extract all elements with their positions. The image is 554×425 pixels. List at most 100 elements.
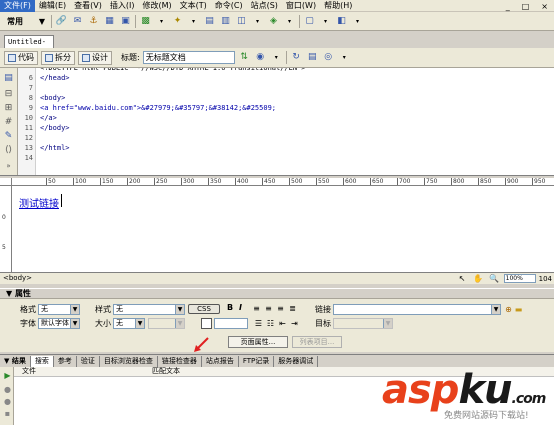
menu-item-4[interactable]: 修改(M)	[138, 0, 175, 12]
collapse-icon[interactable]: ⊟	[2, 88, 15, 101]
design-view-button[interactable]: 设计	[78, 50, 112, 65]
head-tags-icon[interactable]: ◫	[235, 15, 248, 28]
table-icon[interactable]: ▦	[103, 15, 116, 28]
comment-icon[interactable]: ▥	[219, 15, 232, 28]
menu-item-2[interactable]: 查看(V)	[70, 0, 106, 12]
insert-category-dropdown[interactable]: 常用 ▼	[4, 14, 48, 28]
zoom-tool-icon[interactable]: 🔍	[488, 272, 501, 285]
play-icon[interactable]: ▶	[1, 369, 14, 382]
aspku-watermark: aspku.com 免费网站源码下载站!	[378, 368, 554, 425]
image-icon[interactable]: ▩	[139, 15, 152, 28]
chevron-down-icon[interactable]: ▾	[155, 15, 168, 28]
results-tab-5[interactable]: 站点报告	[202, 355, 239, 367]
named-anchor-icon[interactable]: ⚓	[87, 15, 100, 28]
chevron-down-icon[interactable]: ▾	[270, 51, 283, 64]
test-link[interactable]: 测试链接	[19, 195, 59, 210]
open-documents-icon[interactable]: ▤	[2, 72, 15, 85]
wrap-tag-icon[interactable]: ⟨⟩	[2, 144, 15, 157]
menu-item-5[interactable]: 文本(T)	[176, 0, 211, 12]
results-tab-7[interactable]: 服务器调试	[274, 355, 319, 367]
text-color-input[interactable]	[214, 318, 248, 329]
menu-item-0[interactable]: 文件(F)	[0, 0, 35, 12]
more-icon[interactable]: »	[2, 160, 15, 173]
bold-button[interactable]: B	[227, 303, 233, 312]
template-icon[interactable]: ▢	[303, 15, 316, 28]
link-input[interactable]: ▼	[333, 304, 501, 315]
target-label: 目标	[315, 319, 331, 328]
size-select[interactable]: 无 ▼	[113, 318, 145, 329]
menu-item-9[interactable]: 帮助(H)	[320, 0, 356, 12]
hand-tool-icon[interactable]: ✋	[472, 272, 485, 285]
split-view-label: 拆分	[55, 53, 71, 62]
chevron-down-icon[interactable]: ▾	[187, 15, 200, 28]
line-numbers-icon[interactable]: #	[2, 116, 15, 129]
column-file[interactable]: 文件	[22, 367, 36, 376]
refresh-icon[interactable]: ↻	[290, 51, 303, 64]
email-link-icon[interactable]: ✉	[71, 15, 84, 28]
tag-chooser-icon[interactable]: ◧	[335, 15, 348, 28]
text-color-swatch[interactable]	[201, 318, 212, 329]
design-view[interactable]: 测试链接	[12, 186, 554, 272]
zoom-select[interactable]: 100%	[503, 274, 536, 283]
font-select[interactable]: 默认字体 ▼	[38, 318, 80, 329]
line-number: 11	[24, 124, 33, 132]
results-tab-3[interactable]: 目标浏览器检查	[100, 355, 158, 367]
file-management-icon[interactable]: ⇅	[238, 51, 251, 64]
browse-folder-icon[interactable]: ▬	[512, 303, 525, 316]
results-tab-1[interactable]: 参考	[54, 355, 77, 367]
expand-icon[interactable]: ⊞	[2, 102, 15, 115]
properties-panel-header[interactable]: ▼ 属性	[0, 288, 554, 299]
page-properties-button[interactable]: 页面属性...	[228, 336, 288, 348]
menu-item-1[interactable]: 编辑(E)	[35, 0, 70, 12]
vruler-tick: 5	[2, 244, 6, 251]
menu-item-8[interactable]: 窗口(W)	[282, 0, 320, 12]
menu-item-7[interactable]: 站点(S)	[247, 0, 282, 12]
script-icon[interactable]: ◈	[267, 15, 280, 28]
indent-icon[interactable]: ⇥	[288, 317, 301, 330]
results-tab-4[interactable]: 链接检查器	[158, 355, 202, 367]
split-view-button[interactable]: 拆分	[41, 50, 75, 65]
justify-icon[interactable]: ≣	[286, 302, 299, 315]
code-editor[interactable]: <!DOCTYPE html PUBLIC "-//W3C//DTD XHTML…	[36, 68, 554, 175]
chevron-down-icon[interactable]: ▾	[338, 51, 351, 64]
hyperlink-icon[interactable]: 🔗	[55, 15, 68, 28]
watermark-asp: asp	[382, 367, 459, 413]
results-tab-2[interactable]: 验证	[77, 355, 100, 367]
css-button[interactable]: CSS	[188, 304, 220, 314]
chevron-down-icon[interactable]: ▾	[351, 15, 364, 28]
style-select[interactable]: 无 ▼	[113, 304, 185, 315]
date-icon[interactable]: ▤	[203, 15, 216, 28]
ruler-tick: 650	[370, 178, 384, 185]
save-report-icon[interactable]: ▪	[1, 407, 14, 420]
menu-item-3[interactable]: 插入(I)	[106, 0, 139, 12]
results-tab-0[interactable]: 搜索	[30, 355, 54, 367]
window-size-readout[interactable]: 104	[539, 275, 552, 283]
layer-icon[interactable]: ▣	[119, 15, 132, 28]
media-icon[interactable]: ✦	[171, 15, 184, 28]
line-number: 14	[24, 154, 33, 162]
menu-item-6[interactable]: 命令(C)	[211, 0, 247, 12]
target-select[interactable]: ▼	[333, 318, 393, 329]
ruler-origin[interactable]	[0, 178, 12, 186]
highlight-icon[interactable]: ✎	[2, 130, 15, 143]
pointer-tool-icon[interactable]: ↖	[456, 272, 469, 285]
preview-browser-icon[interactable]: ◉	[254, 51, 267, 64]
tab-untitled-1[interactable]: Untitled-1*	[4, 35, 54, 58]
code-view-button[interactable]: 代码	[4, 50, 38, 65]
results-title[interactable]: ▼ 结果	[0, 355, 31, 367]
document-title-input[interactable]: 无标题文档	[142, 51, 235, 64]
italic-button[interactable]: I	[239, 303, 242, 312]
format-select[interactable]: 无 ▼	[38, 304, 80, 315]
chevron-down-icon[interactable]: ▾	[283, 15, 296, 28]
results-side-toolbar: ▶ ● ● ▪	[0, 367, 14, 425]
visual-aids-icon[interactable]: ◎	[322, 51, 335, 64]
ruler-tick: 700	[397, 178, 411, 185]
chevron-down-icon[interactable]: ▾	[319, 15, 332, 28]
results-tab-6[interactable]: FTP记录	[239, 355, 275, 367]
tag-selector-body[interactable]: <body>	[3, 274, 32, 282]
view-options-icon[interactable]: ▤	[306, 51, 319, 64]
watermark-tagline: 免费网站源码下载站!	[444, 411, 529, 421]
chevron-down-icon[interactable]: ▾	[251, 15, 264, 28]
column-matched-text[interactable]: 匹配文本	[152, 367, 180, 376]
ruler-tick: 400	[235, 178, 249, 185]
